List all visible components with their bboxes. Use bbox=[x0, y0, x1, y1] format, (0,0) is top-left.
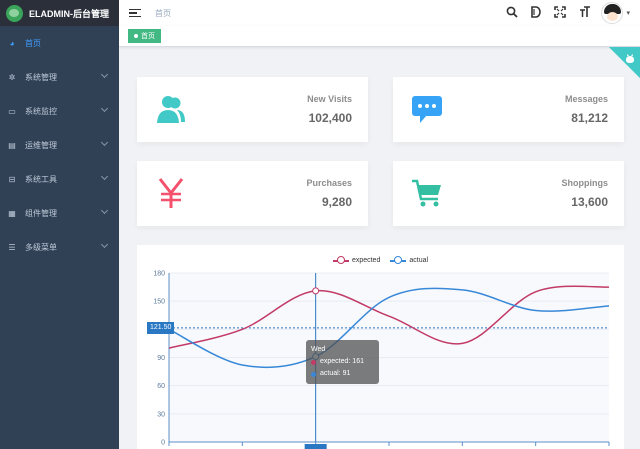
chevron-down-icon bbox=[100, 104, 109, 113]
sidebar-item-2[interactable]: ▭ 系统监控 bbox=[0, 94, 119, 128]
panel-value: 102,400 bbox=[308, 111, 352, 125]
cart-icon bbox=[411, 177, 443, 209]
panel-label: Messages bbox=[564, 94, 608, 104]
line-chart-card: expected actual 0306090120150180MonTueWe… bbox=[137, 245, 624, 449]
avatar[interactable] bbox=[601, 2, 624, 24]
chevron-down-icon bbox=[100, 70, 109, 79]
panel-label: New Visits bbox=[307, 94, 352, 104]
sidebar-item-label: 组件管理 bbox=[25, 208, 57, 218]
navbar: 首页 ▾ bbox=[119, 0, 640, 26]
line-chart: 0306090120150180MonTueWedThuFriSatSun bbox=[153, 271, 610, 449]
sidebar-item-4[interactable]: ⊟ 系统工具 bbox=[0, 162, 119, 196]
y-tick-label: 90 bbox=[157, 355, 165, 362]
y-tick-label: 30 bbox=[157, 411, 165, 418]
sidebar-item-label: 多级菜单 bbox=[25, 242, 57, 252]
panel-label: Shoppings bbox=[561, 178, 609, 188]
app-title: ELADMIN-后台管理 bbox=[29, 8, 109, 19]
caret-down-icon[interactable]: ▾ bbox=[626, 9, 630, 17]
grid-icon: ▦ bbox=[8, 208, 16, 218]
tooltip-title: Wed bbox=[311, 346, 326, 353]
sidebar-item-label: 系统监控 bbox=[25, 106, 57, 116]
monitor-icon: ▭ bbox=[8, 106, 16, 116]
bullet-icon bbox=[311, 371, 316, 377]
logo-icon bbox=[6, 4, 23, 22]
sidebar-menu: ◕ 首页 ✲ 系统管理 ▭ 系统监控 ▤ 运维管理 ⊟ 系统工具 ▦ 组件管理 ☰ 多级菜单 bbox=[0, 26, 119, 264]
list-icon: ☰ bbox=[8, 242, 16, 252]
y-tick-label: 60 bbox=[157, 383, 165, 390]
panel-messages[interactable]: Messages 81,212 bbox=[393, 77, 624, 142]
message-icon bbox=[411, 93, 443, 125]
panel-shoppings[interactable]: Shoppings 13,600 bbox=[393, 161, 624, 226]
sidebar: ELADMIN-后台管理 ◕ 首页 ✲ 系统管理 ▭ 系统监控 ▤ 运维管理 ⊟ 系统工具 ▦ 组件管… bbox=[0, 0, 119, 449]
chevron-down-icon bbox=[100, 138, 109, 147]
tooltip-row: expected: 161 bbox=[320, 358, 364, 365]
sidebar-logo[interactable]: ELADMIN-后台管理 bbox=[0, 0, 119, 26]
yen-icon bbox=[155, 177, 187, 209]
data-point-expected bbox=[312, 287, 320, 295]
people-icon bbox=[155, 93, 187, 125]
fullscreen-icon[interactable] bbox=[554, 5, 567, 21]
tags-view: 首页 bbox=[119, 26, 640, 47]
breadcrumb[interactable]: 首页 bbox=[155, 8, 171, 19]
tag-home[interactable]: 首页 bbox=[128, 29, 161, 43]
chart-tooltip: Wed expected: 161 actual: 91 bbox=[306, 340, 379, 384]
y-tick-label: 150 bbox=[153, 299, 165, 306]
search-icon[interactable] bbox=[506, 6, 519, 21]
navbar-right-menu: ▾ bbox=[493, 0, 630, 26]
chevron-down-icon bbox=[100, 240, 109, 249]
octocat-icon bbox=[624, 53, 636, 68]
sidebar-item-5[interactable]: ▦ 组件管理 bbox=[0, 196, 119, 230]
panel-new-visits[interactable]: New Visits 102,400 bbox=[137, 77, 368, 142]
sidebar-item-3[interactable]: ▤ 运维管理 bbox=[0, 128, 119, 162]
sidebar-item-1[interactable]: ✲ 系统管理 bbox=[0, 60, 119, 94]
toolbox-icon: ⊟ bbox=[8, 174, 16, 184]
axis-pointer-x-label bbox=[304, 444, 327, 449]
sidebar-item-label: 系统工具 bbox=[25, 174, 57, 184]
chevron-down-icon bbox=[100, 172, 109, 181]
dashboard-icon: ◕ bbox=[9, 38, 15, 48]
panel-purchases[interactable]: Purchases 9,280 bbox=[137, 161, 368, 226]
sidebar-item-0[interactable]: ◕ 首页 bbox=[0, 26, 119, 60]
axis-pointer-y-label: 121.50 bbox=[147, 321, 175, 334]
gear-icon: ✲ bbox=[8, 72, 16, 82]
y-tick-label: 0 bbox=[161, 440, 165, 447]
sidebar-item-label: 系统管理 bbox=[25, 72, 57, 82]
panel-value: 13,600 bbox=[571, 195, 608, 209]
sidebar-item-label: 运维管理 bbox=[25, 140, 57, 150]
active-dot-icon bbox=[134, 34, 138, 38]
sidebar-item-6[interactable]: ☰ 多级菜单 bbox=[0, 230, 119, 264]
panel-label: Purchases bbox=[306, 178, 352, 188]
y-tick-label: 180 bbox=[153, 271, 165, 278]
font-size-icon[interactable] bbox=[579, 5, 591, 21]
sidebar-item-label: 首页 bbox=[25, 38, 41, 48]
bullet-icon bbox=[311, 359, 316, 365]
tooltip-row: actual: 91 bbox=[320, 370, 351, 377]
doc-icon[interactable] bbox=[531, 5, 542, 21]
chevron-down-icon bbox=[100, 206, 109, 215]
tag-label: 首页 bbox=[141, 33, 155, 40]
hamburger-menu-icon[interactable] bbox=[129, 7, 141, 20]
server-icon: ▤ bbox=[8, 140, 16, 150]
panel-value: 81,212 bbox=[571, 111, 608, 125]
panel-value: 9,280 bbox=[321, 195, 352, 209]
